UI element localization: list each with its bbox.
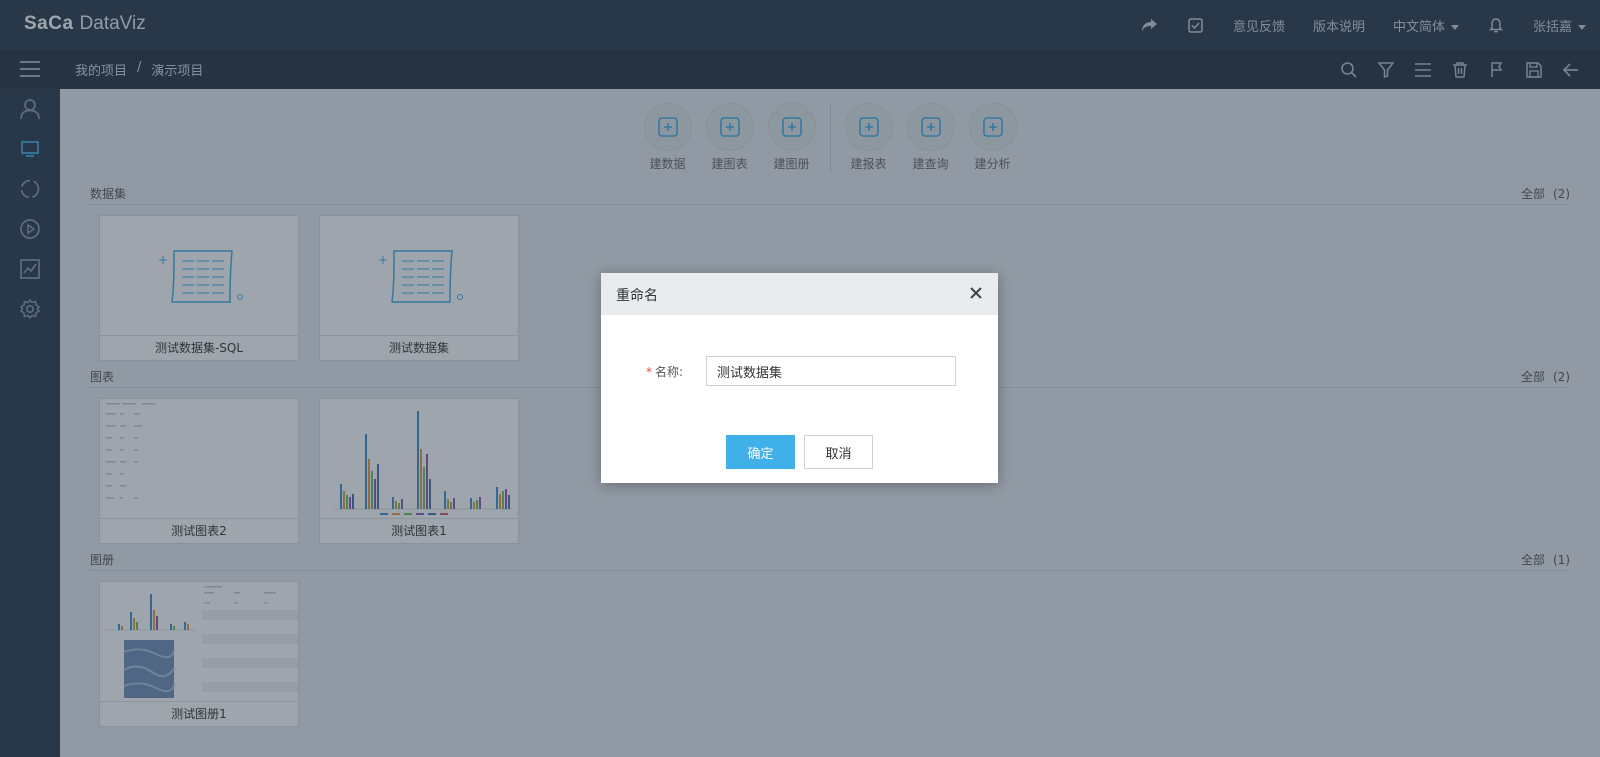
dialog-title: 重命名 [616, 288, 658, 304]
dialog-header: 重命名 [601, 273, 998, 315]
name-input[interactable] [706, 356, 956, 386]
close-icon[interactable] [968, 285, 984, 301]
name-form-row: * 名称: [646, 356, 956, 386]
required-marker: * [646, 364, 652, 379]
rename-dialog: 重命名 *名称: 确定 取消 [601, 273, 998, 483]
confirm-button[interactable]: 确定 [726, 435, 795, 469]
cancel-button[interactable]: 取消 [804, 435, 873, 469]
name-label: * 名称: [646, 363, 706, 380]
name-label-text: 名称: [655, 364, 684, 379]
